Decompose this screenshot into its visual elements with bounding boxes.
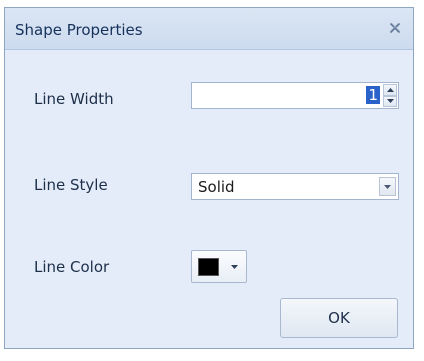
line-color-picker[interactable] <box>191 250 247 283</box>
title-bar: Shape Properties <box>5 8 413 50</box>
dialog-title: Shape Properties <box>15 21 143 39</box>
close-button[interactable] <box>384 17 406 39</box>
line-width-value[interactable]: 1 <box>366 86 380 104</box>
stepper-buttons <box>383 84 397 107</box>
line-style-label: Line Style <box>34 176 108 194</box>
chevron-down-icon <box>384 184 391 189</box>
line-color-label: Line Color <box>34 258 110 276</box>
dropdown-button[interactable] <box>379 177 396 196</box>
arrow-down-icon <box>386 99 394 104</box>
color-swatch <box>198 258 219 276</box>
close-icon <box>389 22 401 34</box>
shape-properties-dialog: Shape Properties Line Width 1 Line Style… <box>4 7 414 349</box>
line-width-label: Line Width <box>34 90 114 108</box>
line-style-value: Solid <box>198 178 235 196</box>
increment-button[interactable] <box>383 84 397 96</box>
line-style-select[interactable]: Solid <box>191 173 399 200</box>
decrement-button[interactable] <box>383 95 397 107</box>
chevron-down-icon <box>230 265 238 269</box>
line-width-stepper[interactable]: 1 <box>191 82 399 109</box>
ok-button[interactable]: OK <box>280 298 398 338</box>
arrow-up-icon <box>386 87 394 92</box>
color-dropdown-arrow[interactable] <box>227 260 241 274</box>
